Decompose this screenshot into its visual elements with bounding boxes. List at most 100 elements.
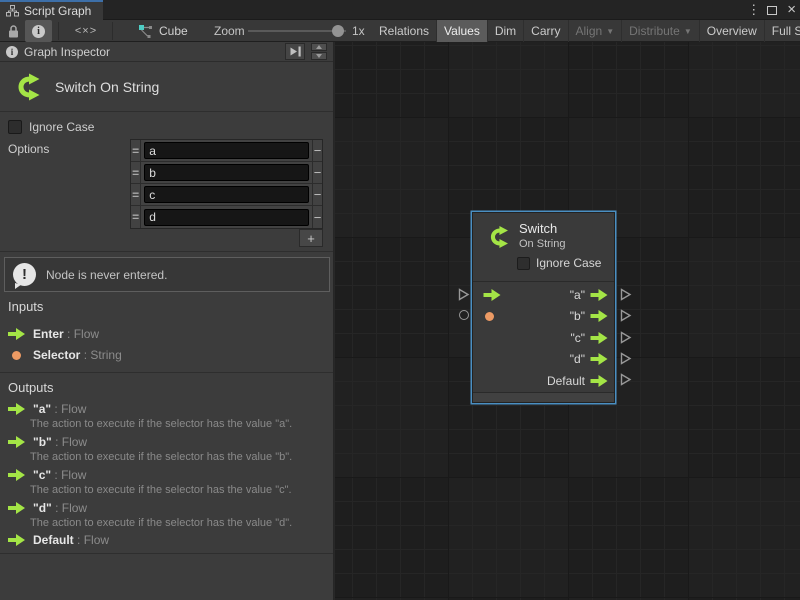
lock-button[interactable] xyxy=(2,20,24,42)
node-output-d[interactable]: "d" xyxy=(473,349,614,370)
remove-option-button[interactable]: − xyxy=(312,184,322,205)
value-port-icon xyxy=(12,351,21,360)
tab-bar: Script Graph ⋮ × xyxy=(0,0,800,20)
info-icon: i xyxy=(32,25,45,38)
flow-arrow-icon xyxy=(8,469,25,481)
output-a-connection-handle[interactable] xyxy=(619,288,632,304)
hollow-triangle-icon xyxy=(619,352,632,365)
unit-title: Switch On String xyxy=(55,79,159,95)
remove-option-button[interactable]: − xyxy=(312,162,322,183)
zoom-label: Zoom xyxy=(214,20,245,42)
node-ignore-case-checkbox[interactable] xyxy=(517,257,530,270)
distribute-dropdown[interactable]: Distribute ▼ xyxy=(622,20,700,42)
output-port-description: The action to execute if the selector ha… xyxy=(30,517,292,529)
selector-connection-handle[interactable] xyxy=(459,310,469,320)
inputs-heading: Inputs xyxy=(8,299,43,314)
node-output-c[interactable]: "c" xyxy=(473,327,614,348)
overview-button[interactable]: Overview xyxy=(700,20,765,42)
ignore-case-checkbox[interactable] xyxy=(8,120,22,134)
output-port-description: The action to execute if the selector ha… xyxy=(30,418,292,430)
toolbar-separator xyxy=(112,22,113,40)
dock-panel-button[interactable] xyxy=(285,43,305,60)
carry-button[interactable]: Carry xyxy=(524,20,568,42)
script-graph-icon xyxy=(138,24,153,38)
option-row: = − xyxy=(131,206,322,228)
relations-button[interactable]: Relations xyxy=(372,20,437,42)
output-c-connection-handle[interactable] xyxy=(619,331,632,347)
hollow-triangle-icon xyxy=(457,288,470,301)
zoom-slider[interactable] xyxy=(248,30,346,32)
tab-title: Script Graph xyxy=(24,4,91,18)
drag-handle-icon[interactable]: = xyxy=(131,140,141,161)
tab-script-graph[interactable]: Script Graph xyxy=(0,0,103,20)
option-value-input[interactable] xyxy=(144,186,309,203)
scroll-up-button[interactable] xyxy=(311,43,327,51)
option-value-input[interactable] xyxy=(144,142,309,159)
flow-arrow-icon xyxy=(590,375,608,387)
output-default-connection-handle[interactable] xyxy=(619,373,632,389)
node-header[interactable]: Switch On String Ignore Case xyxy=(473,213,614,282)
chevron-down-icon: ▼ xyxy=(684,27,692,36)
zoom-value: 1x xyxy=(352,20,365,42)
flow-arrow-icon xyxy=(590,310,608,322)
output-d-connection-handle[interactable] xyxy=(619,352,632,368)
window-maximize-icon[interactable] xyxy=(767,6,777,15)
graph-inspector-panel: i Graph Inspector xyxy=(0,42,334,600)
remove-option-button[interactable]: − xyxy=(312,140,322,161)
graph-toolbar: i <×> Cube Zoom 1x Relations Values Dim … xyxy=(0,20,800,42)
drag-handle-icon[interactable]: = xyxy=(131,162,141,183)
node-ignore-case-label: Ignore Case xyxy=(536,256,601,270)
align-dropdown[interactable]: Align ▼ xyxy=(569,20,623,42)
zoom-slider-handle[interactable] xyxy=(332,25,344,37)
option-value-input[interactable] xyxy=(144,164,309,181)
drag-handle-icon[interactable]: = xyxy=(131,184,141,205)
add-option-button[interactable]: + xyxy=(299,229,323,247)
warning-text: Node is never entered. xyxy=(46,268,167,282)
info-icon: i xyxy=(6,46,18,58)
output-b-connection-handle[interactable] xyxy=(619,309,632,325)
window-menu-icon[interactable]: ⋮ xyxy=(747,2,757,18)
flow-arrow-icon xyxy=(590,289,608,301)
graph-breadcrumb[interactable]: Cube xyxy=(138,20,188,42)
flow-arrow-icon xyxy=(8,328,25,340)
dock-right-icon xyxy=(289,46,302,57)
flow-arrow-icon xyxy=(8,534,25,546)
triangle-up-icon xyxy=(316,45,322,49)
flow-arrow-icon xyxy=(8,502,25,514)
enter-connection-handle[interactable] xyxy=(457,288,470,304)
option-value-input[interactable] xyxy=(144,209,309,226)
toolbar-buttons: Relations Values Dim Carry Align ▼ Distr… xyxy=(372,20,800,42)
switch-on-string-node[interactable]: Switch On String Ignore Case "a" "b" xyxy=(472,212,615,403)
node-subtitle: On String xyxy=(519,238,565,250)
hollow-triangle-icon xyxy=(619,309,632,322)
hollow-triangle-icon xyxy=(619,331,632,344)
option-row: = − xyxy=(131,140,322,162)
node-output-b[interactable]: "b" xyxy=(473,306,614,327)
node-title: Switch xyxy=(519,221,557,236)
remove-option-button[interactable]: − xyxy=(312,206,322,228)
ignore-case-label: Ignore Case xyxy=(29,120,94,134)
output-port-description: The action to execute if the selector ha… xyxy=(30,484,292,496)
output-port-b: "b" : Flow xyxy=(8,434,87,450)
unit-title-block: Switch On String xyxy=(0,62,333,112)
flow-arrow-icon xyxy=(590,353,608,365)
dim-button[interactable]: Dim xyxy=(488,20,524,42)
chevron-down-icon: ▼ xyxy=(606,27,614,36)
graph-inspector-header: i Graph Inspector xyxy=(0,42,333,62)
flow-arrow-icon xyxy=(8,436,25,448)
values-button[interactable]: Values xyxy=(437,20,488,42)
options-list: = − = − = − = − xyxy=(130,139,323,229)
full-screen-button[interactable]: Full Screen xyxy=(765,20,800,42)
window-controls: ⋮ × xyxy=(747,0,796,20)
node-output-default[interactable]: Default xyxy=(473,370,614,391)
graph-canvas[interactable]: Switch On String Ignore Case "a" "b" xyxy=(335,42,800,600)
code-preview-button[interactable]: <×> xyxy=(66,20,106,42)
inspector-toggle-button[interactable]: i xyxy=(25,20,52,42)
scroll-down-button[interactable] xyxy=(311,52,327,60)
option-row: = − xyxy=(131,162,322,184)
output-port-c: "c" : Flow xyxy=(8,467,86,483)
node-output-a[interactable]: "a" xyxy=(473,284,614,305)
drag-handle-icon[interactable]: = xyxy=(131,206,141,228)
input-port-enter: Enter : Flow xyxy=(8,326,99,342)
window-close-icon[interactable]: × xyxy=(787,5,796,15)
